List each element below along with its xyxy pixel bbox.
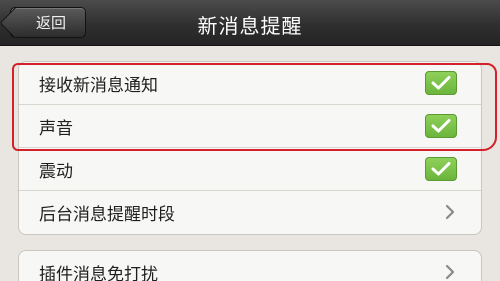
- setting-row-plugin-do-not-disturb[interactable]: 插件消息免打扰: [19, 251, 481, 281]
- navigation-bar: 返回 新消息提醒: [0, 0, 500, 46]
- page-title: 新消息提醒: [197, 14, 303, 38]
- sound-checkbox[interactable]: [425, 114, 457, 138]
- setting-row-vibration[interactable]: 震动: [19, 148, 481, 191]
- receive-notifications-checkbox[interactable]: [425, 71, 457, 95]
- setting-label: 插件消息免打扰: [39, 265, 158, 281]
- checkmark-icon: [431, 162, 451, 176]
- setting-label: 后台消息提醒时段: [39, 205, 175, 225]
- setting-label: 震动: [39, 161, 73, 182]
- chevron-right-icon: [445, 264, 455, 280]
- setting-row-sound[interactable]: 声音: [19, 105, 481, 148]
- settings-group-plugins: 插件消息免打扰: [18, 250, 482, 281]
- checkmark-icon: [431, 76, 451, 90]
- checkmark-icon: [431, 119, 451, 133]
- setting-row-background-reminder-period[interactable]: 后台消息提醒时段: [19, 191, 481, 234]
- setting-label: 声音: [39, 118, 73, 139]
- setting-row-receive-notifications[interactable]: 接收新消息通知: [19, 62, 481, 105]
- chevron-right-icon: [445, 204, 455, 220]
- vibration-checkbox[interactable]: [425, 157, 457, 181]
- settings-group-notifications: 接收新消息通知 声音 震动 后台消息提醒时段: [18, 61, 482, 235]
- setting-label: 接收新消息通知: [39, 75, 158, 96]
